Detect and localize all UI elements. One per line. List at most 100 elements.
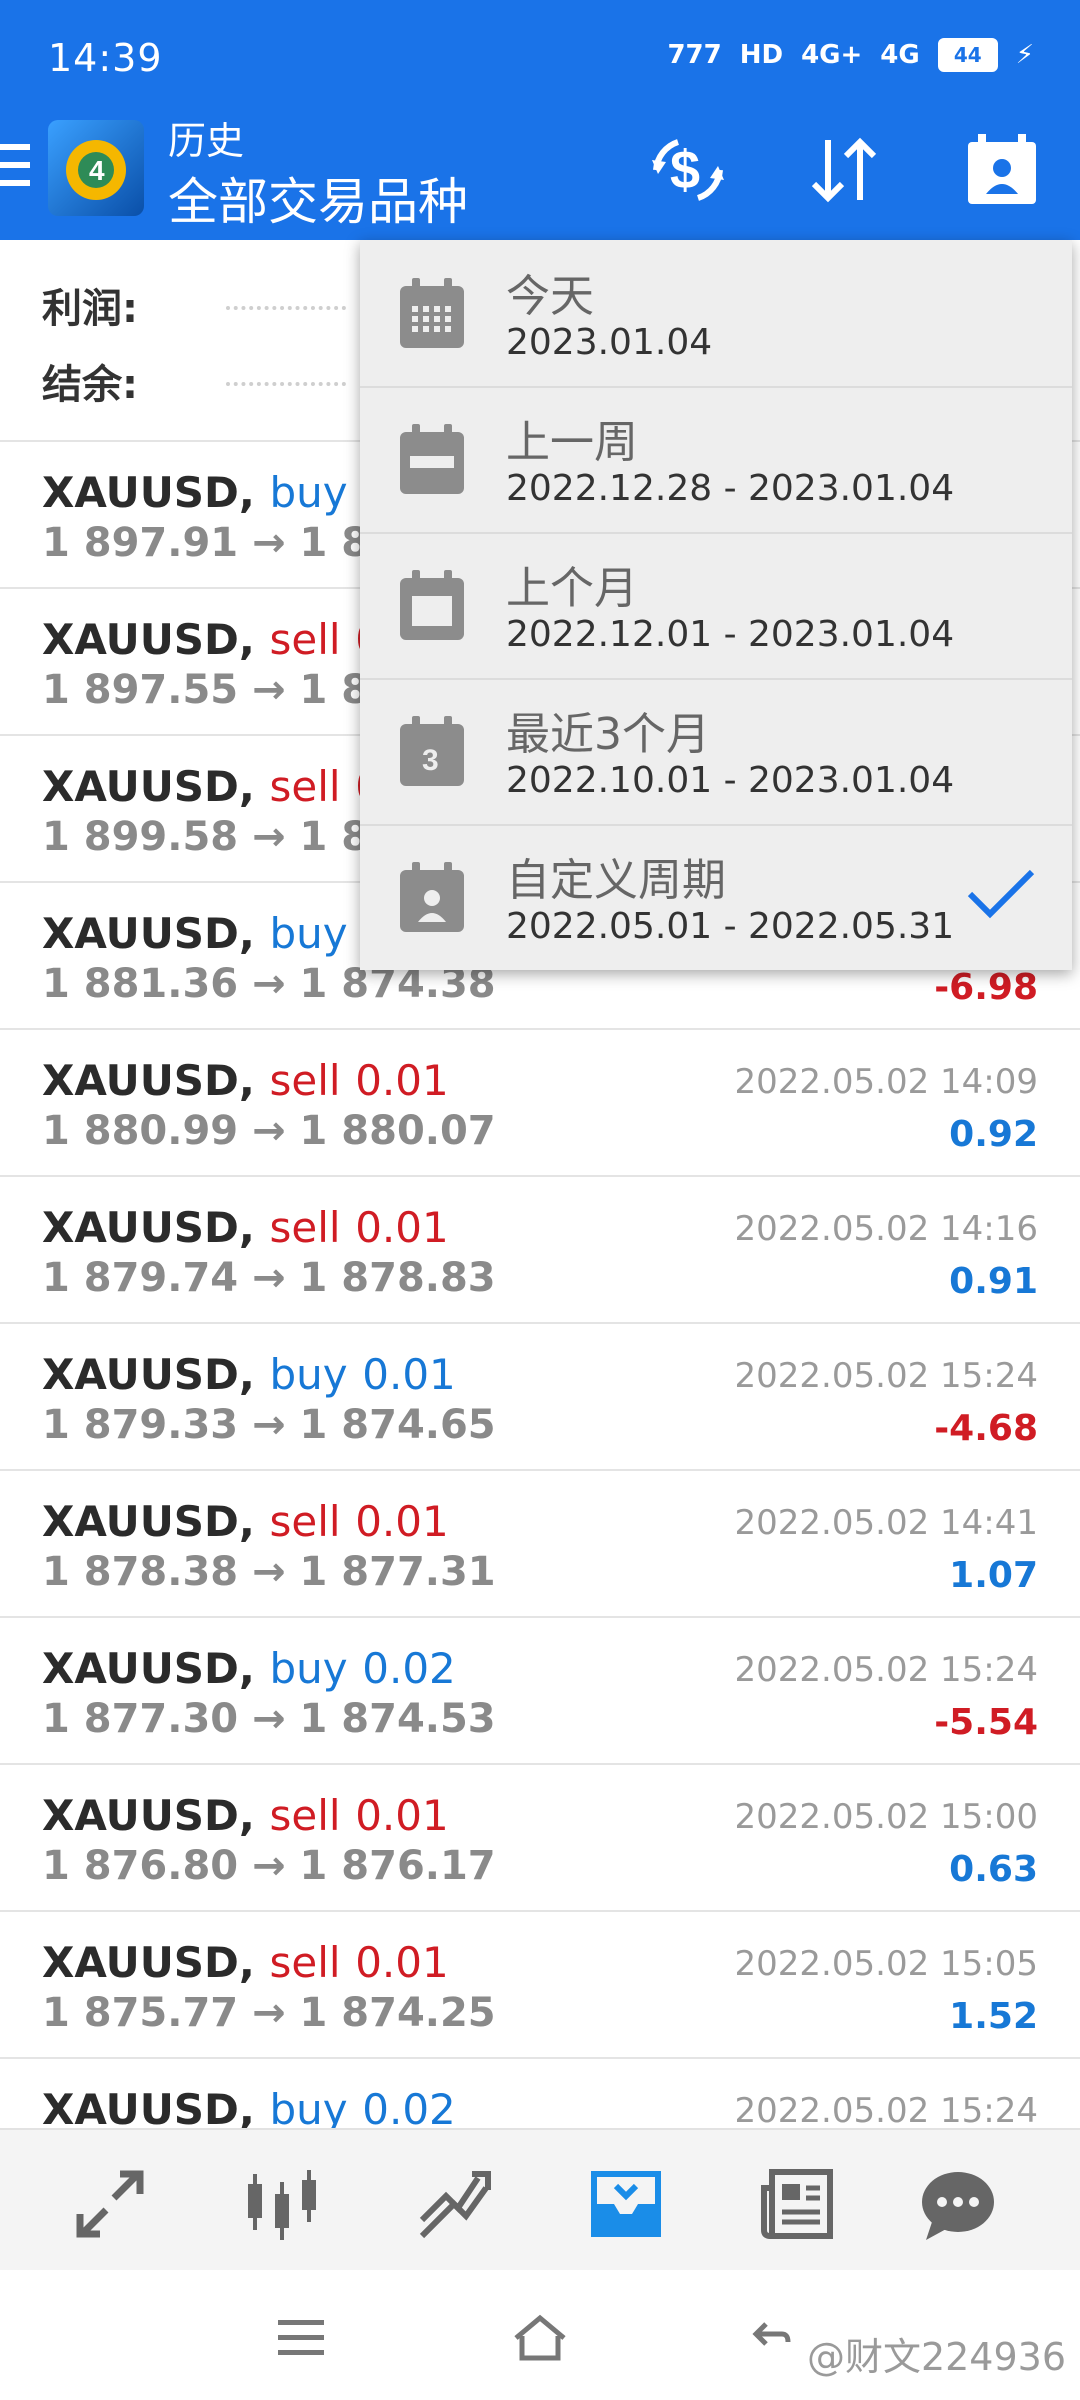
period-option[interactable]: 今天 2023.01.04 — [360, 240, 1072, 388]
trade-side: buy — [269, 2085, 348, 2134]
arrow-right-icon: → — [252, 520, 300, 566]
open-price: 1 881.36 — [42, 961, 239, 1007]
profit-value-dots — [226, 306, 346, 310]
open-price: 1 875.77 — [42, 1990, 239, 2036]
period-option[interactable]: 上个月 2022.12.01 - 2023.01.04 — [360, 532, 1072, 680]
status-indicators: 777 HD 4G+ 4G 44 ⚡ — [667, 38, 1034, 72]
arrow-right-icon: → — [252, 1549, 300, 1595]
close-price: 1 878.83 — [299, 1255, 496, 1301]
system-navigation-bar: @财文224936 — [0, 2270, 1080, 2400]
trade-volume: 0.01 — [355, 1938, 449, 1987]
arrow-right-icon: → — [252, 1696, 300, 1742]
trade-profit: 0.92 — [949, 1114, 1038, 1155]
trade-side: buy — [269, 1350, 348, 1399]
close-price: 1 880.07 — [299, 1108, 496, 1154]
arrow-right-icon: → — [252, 1402, 300, 1448]
trade-symbol: XAUUSD, — [42, 1938, 255, 1987]
open-price: 1 879.33 — [42, 1402, 239, 1448]
system-home-icon[interactable] — [510, 2312, 570, 2368]
bottom-navigation — [0, 2128, 1080, 2272]
svg-text:$: $ — [670, 140, 700, 200]
charging-icon: ⚡ — [1015, 40, 1034, 70]
currency-exchange-icon[interactable]: $ — [648, 130, 728, 210]
trade-time: 2022.05.02 14:16 — [734, 1209, 1038, 1249]
calendar-today-icon — [398, 276, 466, 350]
trade-time: 2022.05.02 14:09 — [734, 1062, 1038, 1102]
trade-symbol: XAUUSD, — [42, 1497, 255, 1546]
trade-row[interactable]: XAUUSD, sell 0.01 1 878.38 → 1 877.31 20… — [0, 1471, 1080, 1618]
hd-badge: HD — [739, 40, 784, 70]
open-price: 1 878.38 — [42, 1549, 239, 1595]
trade-row[interactable]: XAUUSD, sell 0.01 1 880.99 → 1 880.07 20… — [0, 1030, 1080, 1177]
trade-title: XAUUSD, buy 0.01 — [42, 1350, 456, 1399]
trade-time: 2022.05.02 15:24 — [734, 1356, 1038, 1396]
trade-symbol: XAUUSD, — [42, 1056, 255, 1105]
trade-volume: 0.01 — [355, 1203, 449, 1252]
trade-row[interactable]: XAUUSD, buy 0.01 1 879.33 → 1 874.65 202… — [0, 1324, 1080, 1471]
arrow-right-icon: → — [252, 1255, 300, 1301]
arrow-right-icon: → — [252, 1990, 300, 2036]
nav-history-icon[interactable] — [584, 2162, 668, 2246]
arrow-right-icon: → — [252, 667, 300, 713]
calendar-period-icon[interactable] — [962, 130, 1042, 210]
nav-chart-icon[interactable] — [240, 2162, 324, 2246]
watermark-text: @财文224936 — [806, 2335, 1066, 2379]
header-title[interactable]: 全部交易品种 — [168, 162, 468, 234]
balance-label: 结余: — [42, 362, 138, 408]
calendar-week-icon — [398, 422, 466, 496]
svg-text:3: 3 — [422, 744, 439, 777]
trade-symbol: XAUUSD, — [42, 2085, 255, 2134]
trade-volume: 0.02 — [362, 2085, 456, 2134]
trade-row[interactable]: XAUUSD, sell 0.01 1 875.77 → 1 874.25 20… — [0, 1912, 1080, 2059]
period-option[interactable]: 3 最近3个月 2022.10.01 - 2023.01.04 — [360, 678, 1072, 826]
trade-volume: 0.01 — [355, 1791, 449, 1840]
calendar-month-icon — [398, 568, 466, 642]
arrow-right-icon: → — [252, 1108, 300, 1154]
nav-quotes-icon[interactable] — [68, 2162, 152, 2246]
trade-side: sell — [269, 1203, 341, 1252]
trade-symbol: XAUUSD, — [42, 1203, 255, 1252]
app-header: 4 历史 全部交易品种 $ — [0, 110, 1080, 240]
period-option-title: 上一周 — [506, 417, 638, 468]
trade-title: XAUUSD, buy 0.02 — [42, 2085, 456, 2134]
trade-row[interactable]: XAUUSD, sell 0.01 1 879.74 → 1 878.83 20… — [0, 1177, 1080, 1324]
trade-row[interactable]: XAUUSD, buy 0.02 1 877.30 → 1 874.53 202… — [0, 1618, 1080, 1765]
close-price: 1 876.17 — [299, 1843, 496, 1889]
profit-label: 利润: — [42, 286, 138, 332]
trade-prices: 1 878.38 → 1 877.31 — [42, 1549, 496, 1595]
close-price: 1 874.25 — [299, 1990, 496, 2036]
arrow-right-icon: → — [252, 814, 300, 860]
balance-value-dots — [226, 382, 346, 386]
trade-profit: 0.63 — [949, 1849, 1038, 1890]
signal-4gplus: 4G+ — [801, 40, 863, 70]
trade-symbol: XAUUSD, — [42, 468, 255, 517]
nav-chat-icon[interactable] — [916, 2162, 1000, 2246]
trade-prices: 1 876.80 → 1 876.17 — [42, 1843, 496, 1889]
trade-row[interactable]: XAUUSD, sell 0.01 1 876.80 → 1 876.17 20… — [0, 1765, 1080, 1912]
period-option-range: 2022.12.01 - 2023.01.04 — [506, 614, 955, 655]
period-option[interactable]: 自定义周期 2022.05.01 - 2022.05.31 — [360, 824, 1072, 970]
trade-side: buy — [269, 1644, 348, 1693]
menu-icon[interactable] — [0, 144, 32, 196]
open-price: 1 876.80 — [42, 1843, 239, 1889]
sort-icon[interactable] — [804, 130, 884, 210]
trade-symbol: XAUUSD, — [42, 1644, 255, 1693]
trade-symbol: XAUUSD, — [42, 615, 255, 664]
system-menu-icon[interactable] — [276, 2318, 326, 2362]
trade-time: 2022.05.02 15:24 — [734, 1650, 1038, 1690]
system-back-icon[interactable] — [752, 2316, 792, 2360]
trade-time: 2022.05.02 15:24 — [734, 2091, 1038, 2131]
trade-side: buy — [269, 909, 348, 958]
calendar-custom-icon — [398, 860, 466, 934]
trade-title: XAUUSD, sell 0.01 — [42, 1497, 449, 1546]
period-option[interactable]: 上一周 2022.12.28 - 2023.01.04 — [360, 386, 1072, 534]
period-dropdown-menu[interactable]: 今天 2023.01.04 上一周 2022.12.28 - 2023.01.0… — [360, 240, 1072, 970]
signal-4g: 4G — [880, 40, 920, 70]
trade-profit: -4.68 — [934, 1408, 1038, 1449]
trade-time: 2022.05.02 15:05 — [734, 1944, 1038, 1984]
nav-trade-icon[interactable] — [412, 2162, 496, 2246]
nav-news-icon[interactable] — [756, 2162, 840, 2246]
trade-side: sell — [269, 1497, 341, 1546]
trade-symbol: XAUUSD, — [42, 1791, 255, 1840]
status-bar: 14:39 777 HD 4G+ 4G 44 ⚡ — [0, 0, 1080, 110]
